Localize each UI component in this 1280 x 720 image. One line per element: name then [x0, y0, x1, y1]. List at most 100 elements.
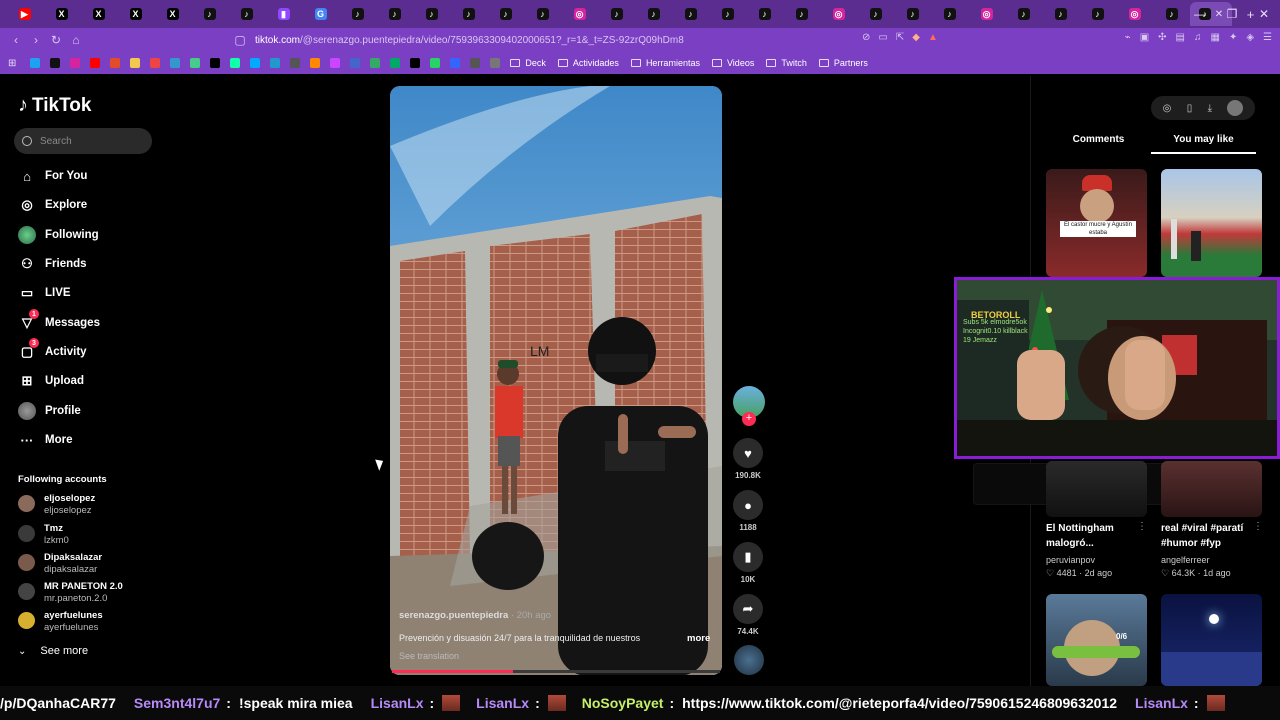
user-avatar[interactable] [1227, 100, 1244, 116]
browser-tab[interactable]: ♪ [191, 2, 228, 26]
bookmark-icon[interactable]: ▢ [230, 33, 250, 47]
bookmark-favicon-icon[interactable] [170, 58, 181, 68]
vpn-icon[interactable]: ◈ [1246, 32, 1254, 43]
browser-tab[interactable]: ♪ [746, 2, 783, 26]
browser-tab[interactable]: ♪ [413, 2, 450, 26]
bookmark-favicon-icon[interactable] [90, 58, 101, 68]
bookmark-folder-herramientas[interactable]: Herramientas [630, 58, 700, 68]
bookmark-favicon-icon[interactable] [390, 58, 401, 68]
extension-icon[interactable]: ▣ [1140, 32, 1149, 43]
bookmark-favicon-icon[interactable] [470, 58, 481, 68]
coins-icon[interactable]: ◎ [1163, 103, 1172, 114]
more-options-icon[interactable]: ⋮ [1137, 521, 1147, 532]
tab-you-may-like[interactable]: You may like [1151, 132, 1256, 154]
bookmark-favicon-icon[interactable] [490, 58, 501, 68]
bookmark-favicon-icon[interactable] [270, 58, 281, 68]
browser-tab[interactable]: ♪ [1079, 2, 1116, 26]
extension-icon[interactable]: ✦ [1229, 32, 1237, 43]
suggested-video-thumb[interactable] [1161, 169, 1262, 277]
maximize-button[interactable]: ❐ [1216, 7, 1248, 21]
browser-tab[interactable]: ♪ [339, 2, 376, 26]
video-progress-bar[interactable] [392, 670, 720, 673]
bookmark-favicon-icon[interactable] [70, 58, 81, 68]
bookmark-folder-videos[interactable]: Videos [711, 58, 754, 68]
brave-shield-icon[interactable]: ◆ [912, 32, 920, 43]
minimize-button[interactable]: — [1184, 7, 1216, 21]
browser-tab[interactable]: ♪ [1005, 2, 1042, 26]
card-title[interactable]: real #viral #paratí #humor #fyp [1161, 521, 1253, 551]
bookmark-favicon-icon[interactable] [210, 58, 221, 68]
bookmark-favicon-icon[interactable] [310, 58, 321, 68]
apps-icon[interactable]: ⊞ [8, 58, 16, 69]
suggested-video-thumb[interactable] [1161, 594, 1262, 686]
browser-tab[interactable]: ♪ [598, 2, 635, 26]
nav-for-you[interactable]: ⌂ For You [18, 167, 87, 185]
browser-tab[interactable]: X [43, 2, 80, 26]
back-icon[interactable]: ‹ [6, 33, 26, 47]
browser-tab[interactable]: ♪ [228, 2, 265, 26]
like-button[interactable]: ♥ 190.8K [733, 438, 763, 480]
browser-tab[interactable]: ▶ [6, 2, 43, 26]
no-tracking-icon[interactable]: ⊘ [862, 32, 870, 43]
browser-tab[interactable]: ♪ [709, 2, 746, 26]
nav-friends[interactable]: ⚇ Friends [18, 255, 86, 273]
browser-tab[interactable]: ♪ [783, 2, 820, 26]
card-title[interactable]: El Nottingham malogró... [1046, 521, 1138, 551]
close-window-button[interactable]: ✕ [1248, 7, 1280, 21]
browser-tab[interactable]: ◎ [968, 2, 1005, 26]
browser-tab[interactable]: ♪ [635, 2, 672, 26]
browser-tab[interactable]: ▮ [265, 2, 302, 26]
nav-more[interactable]: ··· More [18, 431, 73, 449]
share-button[interactable]: ➦ 74.4K [733, 594, 763, 636]
more-options-icon[interactable]: ⋮ [1253, 521, 1263, 532]
nav-explore[interactable]: ◎ Explore [18, 196, 87, 214]
browser-tab[interactable]: ♪ [1042, 2, 1079, 26]
bookmark-favicon-icon[interactable] [350, 58, 361, 68]
browser-tab[interactable]: ♪ [524, 2, 561, 26]
tab-comments[interactable]: Comments [1046, 132, 1151, 154]
nav-upload[interactable]: ⊞ Upload [18, 372, 84, 390]
suggested-video-thumb[interactable]: 0/6 [1046, 594, 1147, 686]
following-account[interactable]: ayerfuelunes ayerfuelunes [18, 610, 103, 634]
extension-icon[interactable]: ✣ [1158, 32, 1166, 43]
browser-tab[interactable]: ♪ [450, 2, 487, 26]
bookmark-favicon-icon[interactable] [290, 58, 301, 68]
suggested-video-thumb[interactable]: El castor mucre y Agustín estaba [1046, 169, 1147, 277]
music-icon[interactable]: ♫ [1194, 32, 1202, 43]
browser-tab[interactable]: ♪ [487, 2, 524, 26]
forward-icon[interactable]: › [26, 33, 46, 47]
nav-live[interactable]: ▭ LIVE [18, 284, 71, 302]
search-input[interactable]: Search [14, 128, 152, 154]
following-account[interactable]: Tmz lzkm0 [18, 523, 69, 547]
browser-tab[interactable]: ♪ [894, 2, 931, 26]
nav-following[interactable]: Following [18, 226, 99, 244]
bookmark-favicon-icon[interactable] [450, 58, 461, 68]
suggested-video-thumb[interactable] [1046, 461, 1147, 517]
suggested-video-thumb[interactable] [1161, 461, 1262, 517]
following-account[interactable]: eljoselopez eljoselopez [18, 493, 95, 517]
bookmark-favicon-icon[interactable] [410, 58, 421, 68]
extension-icon[interactable]: ⌁ [1125, 32, 1131, 43]
bookmark-favicon-icon[interactable] [430, 58, 441, 68]
more-button[interactable]: more [687, 633, 710, 644]
extension-icon[interactable]: ☰ [1263, 32, 1272, 43]
bookmark-favicon-icon[interactable] [330, 58, 341, 68]
bookmark-favicon-icon[interactable] [130, 58, 141, 68]
download-icon[interactable]: ⤓ [1208, 103, 1212, 114]
bookmark-folder-actividades[interactable]: Actividades [557, 58, 619, 68]
bookmark-folder-deck[interactable]: Deck [510, 58, 546, 68]
follow-plus-icon[interactable]: + [742, 412, 756, 426]
music-disc-icon[interactable] [734, 645, 764, 675]
nav-profile[interactable]: Profile [18, 402, 81, 420]
device-icon[interactable]: ▯ [1187, 103, 1193, 114]
share-icon[interactable]: ⇱ [896, 32, 904, 43]
see-more-button[interactable]: ⌄ See more [18, 645, 88, 657]
browser-tab[interactable]: X [154, 2, 191, 26]
bookmark-favicon-icon[interactable] [50, 58, 61, 68]
tiktok-logo[interactable]: ♪ TikTok [18, 94, 91, 117]
browser-tab[interactable]: G [302, 2, 339, 26]
cast-icon[interactable]: ▭ [878, 32, 887, 43]
browser-tab[interactable]: ◎ [1116, 2, 1153, 26]
bookmark-favicon-icon[interactable] [30, 58, 41, 68]
bookmark-favicon-icon[interactable] [230, 58, 241, 68]
